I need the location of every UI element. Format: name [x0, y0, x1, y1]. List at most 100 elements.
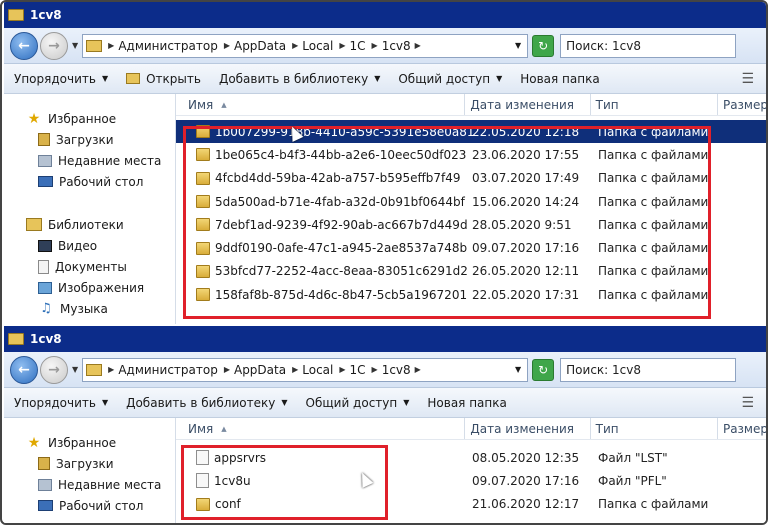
- breadcrumb-item[interactable]: AppData: [234, 363, 286, 377]
- forward-button[interactable]: →: [40, 355, 68, 384]
- list-item[interactable]: 53bfcd77-2252-4acc-8eaa-83051c6291d2 26.0…: [176, 260, 766, 283]
- breadcrumb-item[interactable]: 1C: [350, 363, 366, 377]
- breadcrumb-item[interactable]: AppData: [234, 39, 286, 53]
- nav-downloads[interactable]: Загрузки: [4, 129, 175, 150]
- list-item[interactable]: 4fcbd4dd-59ba-42ab-a757-b595effb7f49 03.0…: [176, 167, 766, 190]
- column-header-size[interactable]: Размер: [718, 418, 766, 439]
- column-header-type[interactable]: Тип: [591, 418, 718, 439]
- chevron-down-icon[interactable]: ▼: [515, 41, 521, 50]
- open-button[interactable]: Открыть: [126, 72, 201, 86]
- organize-button[interactable]: Упорядочить ▼: [14, 396, 108, 410]
- back-button[interactable]: ←: [10, 31, 38, 60]
- organize-button[interactable]: Упорядочить ▼: [14, 72, 108, 86]
- breadcrumb-item[interactable]: Администратор: [118, 363, 218, 377]
- cell-name: 53bfcd77-2252-4acc-8eaa-83051c6291d2: [176, 264, 468, 278]
- list-item[interactable]: 9ddf0190-0afe-47c1-a945-2ae8537a748b 09.0…: [176, 236, 766, 259]
- breadcrumb-item[interactable]: 1cv8: [382, 363, 411, 377]
- list-item[interactable]: 1b007299-918b-4410-a59c-5391e58e0a81 22.0…: [176, 120, 766, 144]
- list-item[interactable]: 7debf1ad-9239-4f92-90ab-ac667b7d449d 28.0…: [176, 213, 766, 236]
- list-item[interactable]: 1cv8u 09.07.2020 17:16 Файл "PFL": [176, 469, 766, 492]
- breadcrumb-item[interactable]: Администратор: [118, 39, 218, 53]
- nav-favorites[interactable]: ★ Избранное: [4, 432, 175, 453]
- list-item[interactable]: conf 21.06.2020 12:17 Папка с файлами: [176, 493, 766, 516]
- cell-date: 08.05.2020 12:35: [472, 450, 580, 465]
- new-folder-button[interactable]: Новая папка: [520, 72, 599, 86]
- nav-label: Избранное: [48, 111, 117, 126]
- cell-name: 9ddf0190-0afe-47c1-a945-2ae8537a748b: [176, 241, 467, 255]
- refresh-button[interactable]: ↻: [532, 358, 555, 381]
- breadcrumb[interactable]: ▶ 1C: [339, 39, 365, 53]
- breadcrumb[interactable]: ▶ 1C: [339, 363, 365, 377]
- breadcrumb[interactable]: ▶ AppData: [224, 39, 286, 53]
- breadcrumb[interactable]: ▶ 1cv8 ▶: [372, 363, 421, 377]
- breadcrumb[interactable]: ▶ Local: [292, 363, 333, 377]
- file-icon: [196, 473, 209, 489]
- explorer-body: ★ Избранное Загрузки Недавние места Рабоч…: [4, 94, 766, 324]
- view-options-icon[interactable]: ☰: [741, 395, 754, 411]
- item-name: 7debf1ad-9239-4f92-90ab-ac667b7d449d: [215, 217, 468, 232]
- nav-favorites[interactable]: ★ Избранное: [4, 108, 175, 129]
- cell-date: 21.06.2020 12:17: [472, 497, 580, 512]
- folder-icon: [86, 363, 103, 376]
- column-header-name[interactable]: Имя ▲: [176, 94, 466, 115]
- list-item[interactable]: 5da500ad-b71e-4fab-a32d-0b91bf0644bf 15.0…: [176, 190, 766, 213]
- list-item[interactable]: 158faf8b-875d-4d6c-8b47-5cb5a1967201 22.0…: [176, 283, 766, 306]
- breadcrumb[interactable]: ▶ Администратор: [108, 363, 218, 377]
- column-header-date[interactable]: Дата изменения: [465, 94, 591, 115]
- chevron-down-icon[interactable]: ▼: [72, 365, 78, 374]
- list-item[interactable]: 1be065c4-b4f3-44bb-a2e6-10eec50df023 23.0…: [176, 143, 766, 166]
- column-label: Имя: [188, 421, 214, 436]
- new-folder-label: Новая папка: [427, 395, 507, 410]
- address-path[interactable]: ▶ Администратор ▶ AppData ▶ Local ▶ 1C ▶ 1cv8…: [82, 33, 529, 58]
- nav-recent-places[interactable]: Недавние места: [4, 150, 175, 171]
- chevron-right-icon: ▶: [292, 365, 299, 374]
- file-list: Имя ▲ Дата изменения Тип Размер 1b007299-…: [176, 94, 766, 324]
- share-button[interactable]: Общий доступ ▼: [398, 72, 502, 86]
- refresh-button[interactable]: ↻: [532, 34, 555, 57]
- nav-documents[interactable]: Документы: [4, 256, 175, 277]
- nav-music[interactable]: ♫ Музыка: [4, 298, 175, 319]
- breadcrumb[interactable]: ▶ Администратор: [108, 39, 218, 53]
- breadcrumb[interactable]: ▶ AppData: [224, 363, 286, 377]
- list-item[interactable]: appsrvrs 08.05.2020 12:35 Файл "LST": [176, 446, 766, 469]
- breadcrumb[interactable]: ▶ 1cv8 ▶: [372, 39, 421, 53]
- rows: appsrvrs 08.05.2020 12:35 Файл "LST" 1cv8u 0…: [176, 440, 766, 516]
- column-header-name[interactable]: Имя ▲: [176, 418, 466, 439]
- search-input[interactable]: Поиск: 1cv8: [560, 357, 737, 382]
- chevron-down-icon[interactable]: ▼: [515, 365, 521, 374]
- add-to-library-button[interactable]: Добавить в библиотеку ▼: [126, 396, 287, 410]
- back-button[interactable]: ←: [10, 355, 38, 384]
- new-folder-button[interactable]: Новая папка: [427, 396, 506, 410]
- item-name: 9ddf0190-0afe-47c1-a945-2ae8537a748b: [215, 241, 468, 256]
- folder-icon: [8, 333, 24, 345]
- add-to-library-button[interactable]: Добавить в библиотеку ▼: [219, 72, 380, 86]
- chevron-right-icon: ▶: [108, 41, 115, 50]
- column-header-size[interactable]: Размер: [718, 94, 766, 115]
- nav-desktop[interactable]: Рабочий стол: [4, 171, 175, 192]
- nav-label: Рабочий стол: [59, 498, 144, 513]
- nav-images[interactable]: Изображения: [4, 277, 175, 298]
- forward-button[interactable]: →: [40, 31, 68, 60]
- breadcrumb[interactable]: ▶ Local: [292, 39, 333, 53]
- share-button[interactable]: Общий доступ ▼: [306, 396, 410, 410]
- view-options-icon[interactable]: ☰: [741, 71, 754, 87]
- breadcrumb-item[interactable]: Local: [302, 363, 333, 377]
- nav-recent-places[interactable]: Недавние места: [4, 474, 175, 495]
- cell-name: 158faf8b-875d-4d6c-8b47-5cb5a1967201: [176, 288, 467, 302]
- breadcrumb-item[interactable]: 1cv8: [382, 39, 411, 53]
- breadcrumb-item[interactable]: Local: [302, 39, 333, 53]
- nav-desktop[interactable]: Рабочий стол: [4, 495, 175, 516]
- address-path[interactable]: ▶ Администратор ▶ AppData ▶ Local ▶ 1C ▶ 1cv8…: [82, 357, 529, 382]
- column-header-type[interactable]: Тип: [591, 94, 718, 115]
- column-header-date[interactable]: Дата изменения: [465, 418, 591, 439]
- command-bar: Упорядочить ▼ Открыть Добавить в библиоте…: [4, 64, 766, 94]
- search-input[interactable]: Поиск: 1cv8: [560, 33, 737, 58]
- folder-icon: [196, 125, 210, 139]
- chevron-down-icon: ▼: [374, 74, 381, 83]
- chevron-down-icon[interactable]: ▼: [72, 41, 78, 50]
- nav-video[interactable]: Видео: [4, 235, 175, 256]
- nav-downloads[interactable]: Загрузки: [4, 453, 175, 474]
- item-name: 158faf8b-875d-4d6c-8b47-5cb5a1967201: [215, 287, 468, 302]
- breadcrumb-item[interactable]: 1C: [350, 39, 366, 53]
- nav-libraries[interactable]: Библиотеки: [4, 214, 175, 235]
